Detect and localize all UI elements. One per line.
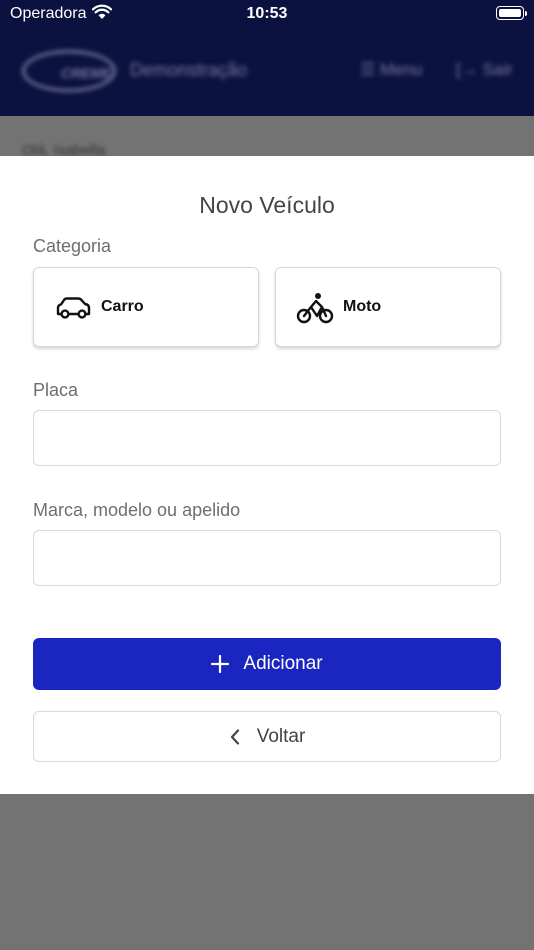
- model-input[interactable]: [33, 530, 501, 586]
- category-car-label: Carro: [101, 298, 144, 315]
- back-button-label: Voltar: [256, 725, 306, 747]
- new-vehicle-modal: Novo Veículo Categoria Carro Moto Placa …: [0, 156, 534, 794]
- category-moto-label: Moto: [343, 298, 382, 315]
- chevron-left-icon: [230, 728, 239, 745]
- category-label: Categoria: [33, 236, 112, 256]
- bicycle-icon: [296, 293, 334, 324]
- category-moto-option[interactable]: Moto: [275, 267, 501, 347]
- category-car-option[interactable]: Carro: [33, 267, 259, 347]
- exit-button: [→ Sair: [456, 60, 513, 79]
- clock: 10:53: [246, 5, 288, 22]
- app-title: Demonstração: [130, 60, 248, 80]
- menu-button: ☰ Menu: [360, 60, 423, 79]
- back-button[interactable]: Voltar: [33, 711, 501, 762]
- model-label: Marca, modelo ou apelido: [33, 500, 241, 520]
- app-logo: CREME: [22, 50, 116, 92]
- plate-input[interactable]: [33, 410, 501, 466]
- status-bar: Operadora 10:53: [0, 0, 534, 28]
- app-header: CREME Demonstração ☰ Menu [→ Sair: [0, 28, 534, 116]
- plus-icon: [211, 655, 230, 673]
- add-button-label: Adicionar: [243, 653, 323, 674]
- car-icon: [56, 297, 91, 319]
- plate-label: Placa: [33, 380, 79, 400]
- add-button[interactable]: Adicionar: [33, 638, 501, 690]
- battery-icon: [496, 6, 527, 20]
- modal-title: Novo Veículo: [199, 192, 335, 218]
